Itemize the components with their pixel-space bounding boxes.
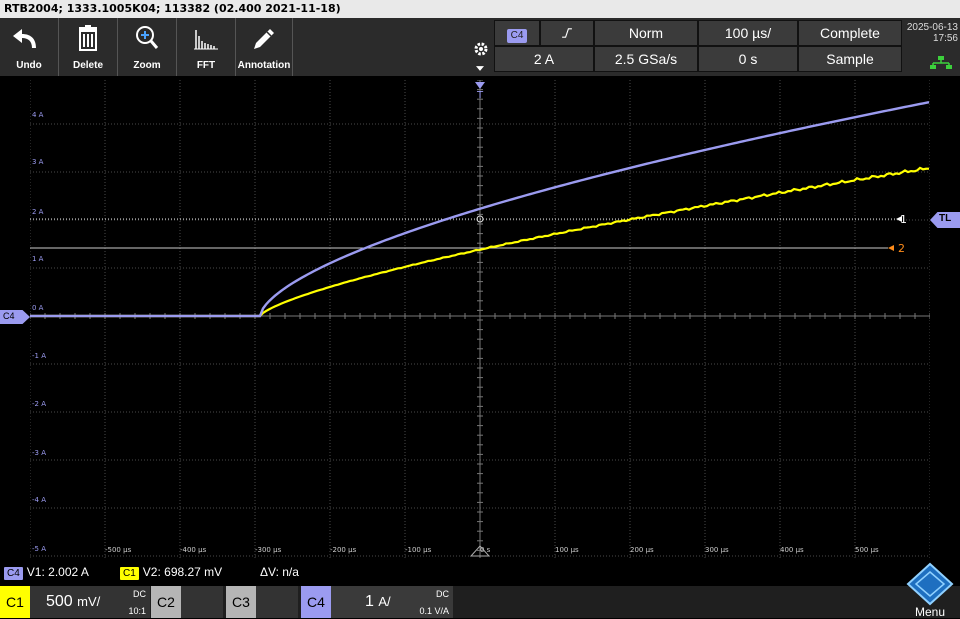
timebase[interactable]: 100 µs/ <box>698 20 798 46</box>
time-offset[interactable]: 0 s <box>698 46 798 72</box>
time: 17:56 <box>932 33 958 44</box>
rising-edge-icon <box>562 28 572 38</box>
v2-source-badge: C1 <box>120 567 139 580</box>
pencil-icon <box>254 29 274 49</box>
cursor-1-label: 1 <box>900 213 907 226</box>
x-tick-label: -300 µs <box>255 546 282 554</box>
grid <box>30 80 930 558</box>
fft-button[interactable]: FFT <box>177 18 236 76</box>
trigger-slope[interactable] <box>540 20 594 46</box>
y-tick-label: -1 A <box>32 352 46 360</box>
x-tick-label: 300 µs <box>705 546 729 554</box>
trigger-level[interactable]: 2 A <box>494 46 594 72</box>
acquisition-mode[interactable]: Sample <box>798 46 902 72</box>
x-axis-labels: -500 µs -400 µs -300 µs -200 µs -100 µs … <box>105 546 879 554</box>
x-tick-label: 400 µs <box>780 546 804 554</box>
network-icon <box>930 56 952 69</box>
delete-button[interactable]: Delete <box>59 18 118 76</box>
trigger-source-badge: C4 <box>506 29 528 43</box>
cursor-2-arrow <box>888 245 894 251</box>
c1-coupling: DC 10:1 <box>128 589 146 616</box>
menu-label: Menu <box>914 605 946 619</box>
trigger-source[interactable]: C4 <box>494 20 540 46</box>
c1-probe-ratio: 10:1 <box>128 606 146 616</box>
fft-icon <box>194 30 218 50</box>
channel-bar: C1 500 mV/ DC 10:1 C2 C3 C4 1 A/ DC 0.1 V/… <box>0 586 960 618</box>
y-tick-label: 1 A <box>32 255 44 263</box>
channel-c2[interactable]: C2 <box>151 586 223 618</box>
trigger-level-tag[interactable]: TL <box>930 212 960 228</box>
y-tick-label: 0 A <box>32 304 44 312</box>
c1-scale: 500 mV/ <box>46 586 100 618</box>
v1-value: V1: 2.002 A <box>26 565 89 579</box>
y-tick-label: 2 A <box>32 208 44 216</box>
acquisition-state[interactable]: Complete <box>798 20 902 46</box>
ch4-offset-marker-label: C4 <box>3 311 15 321</box>
c4-coupling: DC 0.1 V/A <box>419 589 449 616</box>
trigger-mode[interactable]: Norm <box>594 20 698 46</box>
annotation-button[interactable]: Annotation <box>236 18 293 76</box>
delete-label: Delete <box>72 60 103 71</box>
toolbar: Undo Delete Zoom FFT Annotation C4 2 A N… <box>0 18 960 76</box>
y-tick-label: -4 A <box>32 496 46 504</box>
x-tick-label: -400 µs <box>180 546 207 554</box>
trash-icon <box>79 25 97 51</box>
clock: 2025-06-13 17:56 <box>900 22 958 44</box>
v1-source-badge: C4 <box>4 567 23 580</box>
x-tick-label: -100 µs <box>405 546 432 554</box>
fft-label: FFT <box>196 60 216 71</box>
undo-icon <box>13 29 36 48</box>
c4-scale: 1 A/ <box>365 586 391 618</box>
undo-button[interactable]: Undo <box>0 18 59 76</box>
ch4-offset-marker[interactable]: C4 <box>0 310 30 324</box>
c1-scale-value: 500 <box>46 593 73 610</box>
undo-label: Undo <box>16 60 42 71</box>
c2-label: C2 <box>151 586 181 618</box>
y-tick-label: -5 A <box>32 545 46 553</box>
date: 2025-06-13 <box>906 22 958 33</box>
trigger-marker-label: T <box>476 90 484 101</box>
cursor-v1-readout[interactable]: C4 V1: 2.002 A <box>4 565 89 580</box>
cursor-v2-readout[interactable]: C1 V2: 698.27 mV <box>120 565 222 580</box>
annotation-label: Annotation <box>237 60 291 71</box>
c4-coupling-mode: DC <box>436 589 449 599</box>
c4-probe-ratio: 0.1 V/A <box>419 606 449 616</box>
c1-scale-unit: mV/ <box>77 594 101 609</box>
chevron-down-icon[interactable] <box>476 66 484 71</box>
gear-icon[interactable] <box>472 40 490 58</box>
x-tick-label: 200 µs <box>630 546 654 554</box>
x-tick-label: -500 µs <box>105 546 132 554</box>
zoom-icon <box>136 26 159 49</box>
zoom-label: Zoom <box>133 60 161 71</box>
y-tick-label: -3 A <box>32 449 46 457</box>
cursor-readout-bar: C4 V1: 2.002 A C1 V2: 698.27 mV ΔV: n/a <box>0 560 960 584</box>
y-tick-label: 3 A <box>32 158 44 166</box>
y-tick-label: 4 A <box>32 111 44 119</box>
x-tick-label: 100 µs <box>555 546 579 554</box>
cursor-2-label: 2 <box>898 242 905 255</box>
c4-label: C4 <box>301 586 331 618</box>
waveform-plot[interactable]: 4 A 3 A 2 A 1 A 0 A -1 A -2 A -3 A -4 A … <box>30 80 930 558</box>
y-tick-label: -2 A <box>32 400 46 408</box>
c4-scale-value: 1 <box>365 593 374 610</box>
x-tick-label: -200 µs <box>330 546 357 554</box>
cursor-delta-readout: ΔV: n/a <box>260 565 299 579</box>
channel-c3[interactable]: C3 <box>226 586 298 618</box>
trigger-position-marker[interactable] <box>475 82 485 89</box>
c4-scale-unit: A/ <box>378 594 391 609</box>
sample-rate[interactable]: 2.5 GSa/s <box>594 46 698 72</box>
c3-label: C3 <box>226 586 256 618</box>
zoom-button[interactable]: Zoom <box>118 18 177 76</box>
channel-c1[interactable]: C1 500 mV/ DC 10:1 <box>0 586 150 618</box>
channel-c4[interactable]: C4 1 A/ DC 0.1 V/A <box>301 586 453 618</box>
v2-value: V2: 698.27 mV <box>142 565 223 579</box>
window-title: RTB2004; 1333.1005K04; 113382 (02.400 20… <box>0 0 960 18</box>
menu-button[interactable]: Menu <box>900 562 960 619</box>
y-axis-labels: 4 A 3 A 2 A 1 A 0 A -1 A -2 A -3 A -4 A … <box>32 111 46 553</box>
c1-coupling-mode: DC <box>133 589 146 599</box>
x-tick-label: 500 µs <box>855 546 879 554</box>
trigger-level-tag-label: TL <box>939 213 952 224</box>
rohde-schwarz-logo-icon <box>906 562 954 606</box>
c1-label: C1 <box>0 586 30 618</box>
